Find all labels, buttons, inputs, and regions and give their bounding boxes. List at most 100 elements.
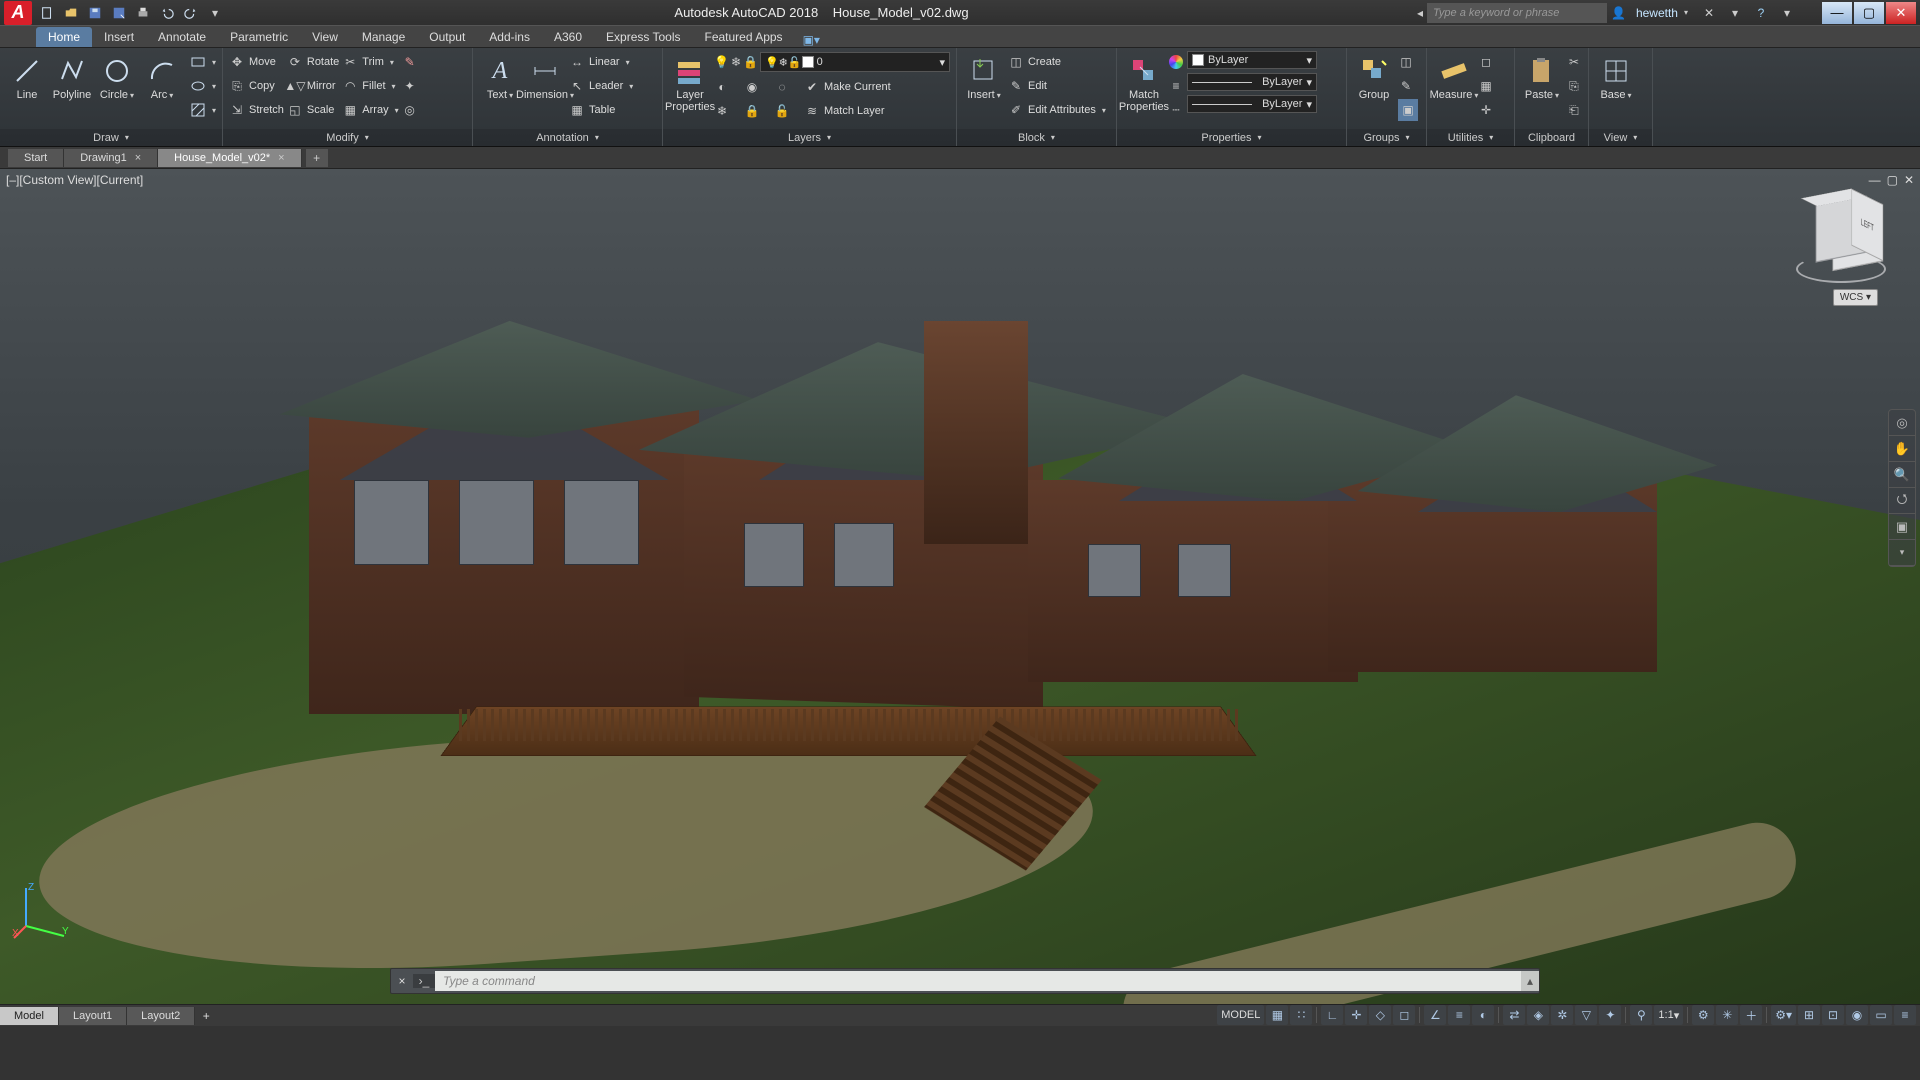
tab-express[interactable]: Express Tools <box>594 27 692 47</box>
tab-addins[interactable]: Add-ins <box>477 27 542 47</box>
qat-dropdown-icon[interactable]: ▾ <box>204 2 226 24</box>
layfrz-button[interactable]: ❄ <box>714 100 730 122</box>
otrack-icon[interactable]: ∠ <box>1424 1005 1446 1025</box>
layer-freeze-icon[interactable]: ❄ <box>731 51 741 73</box>
wcs-badge[interactable]: WCS ▾ <box>1833 289 1878 306</box>
create-button[interactable]: ◫Create <box>1008 51 1106 73</box>
polyline-button[interactable]: Polyline <box>51 51 93 101</box>
select-all-button[interactable]: ◻ <box>1478 51 1494 73</box>
pan-icon[interactable]: ✋ <box>1889 436 1915 462</box>
tab-start[interactable]: Start <box>8 149 64 167</box>
layer-combo[interactable]: 💡❄🔓 0▾ <box>760 52 950 72</box>
new-icon[interactable] <box>36 2 58 24</box>
edit-attributes-button[interactable]: ✐Edit Attributes▾ <box>1008 99 1106 121</box>
app-logo[interactable]: A <box>4 1 32 25</box>
3dosnap-icon[interactable]: ◈ <box>1527 1005 1549 1025</box>
make-current-button[interactable]: ✔Make Current <box>804 76 891 98</box>
circle-button[interactable]: Circle▾ <box>96 51 138 101</box>
layer-properties-button[interactable]: Layer Properties <box>669 51 711 113</box>
paste-button[interactable]: Paste▾ <box>1521 51 1563 101</box>
print-icon[interactable] <box>132 2 154 24</box>
erase-button[interactable]: ✎ <box>402 51 418 73</box>
osnap-icon[interactable]: ◻ <box>1393 1005 1415 1025</box>
mirror-button[interactable]: ▲▽Mirror <box>287 75 339 97</box>
cycling-icon[interactable]: ⇄ <box>1503 1005 1525 1025</box>
clean-screen-icon[interactable]: ▭ <box>1870 1005 1892 1025</box>
filter-icon[interactable]: ▽ <box>1575 1005 1597 1025</box>
lineweight-combo[interactable]: ByLayer▾ <box>1187 73 1317 91</box>
cmdline-history-icon[interactable]: ▴ <box>1521 971 1539 991</box>
signin-icon[interactable]: 👤 <box>1611 6 1626 20</box>
viewport[interactable]: [–][Custom View][Current] — ▢ ✕ BACK LEF… <box>0 169 1920 1026</box>
tab-focus-icon[interactable]: ▣▾ <box>803 33 820 47</box>
tab-a360[interactable]: A360 <box>542 27 594 47</box>
fillet-button[interactable]: ◠Fillet▾ <box>342 75 398 97</box>
cmdline-close-icon[interactable]: × <box>391 974 413 988</box>
nav-expand-icon[interactable]: ▾ <box>1889 540 1915 566</box>
tab-annotate[interactable]: Annotate <box>146 27 218 47</box>
color-combo[interactable]: ByLayer▾ <box>1187 51 1317 69</box>
trim-button[interactable]: ✂Trim▾ <box>342 51 398 73</box>
base-button[interactable]: Base▾ <box>1595 51 1637 101</box>
new-tab-button[interactable]: + <box>306 149 328 167</box>
zoom-icon[interactable]: 🔍 <box>1889 462 1915 488</box>
rectangle-button[interactable]: ▾ <box>190 51 216 73</box>
undo-icon[interactable] <box>156 2 178 24</box>
cmdline-toggle-icon[interactable]: ›_ <box>413 974 435 988</box>
linear-button[interactable]: ↔Linear▾ <box>569 51 633 73</box>
tab-layout1[interactable]: Layout1 <box>59 1007 127 1025</box>
tab-featured[interactable]: Featured Apps <box>693 27 795 47</box>
tab-house-model[interactable]: House_Model_v02*× <box>158 149 301 167</box>
layer-lock-icon[interactable]: 🔒 <box>743 51 758 73</box>
group-button[interactable]: Group <box>1353 51 1395 101</box>
redo-icon[interactable] <box>180 2 202 24</box>
copy-button[interactable]: ⎘Copy <box>229 75 284 97</box>
command-line[interactable]: × ›_ Type a command ▴ <box>390 968 1540 994</box>
tab-output[interactable]: Output <box>417 27 477 47</box>
polar-icon[interactable]: ✛ <box>1345 1005 1367 1025</box>
ellipse-button[interactable]: ▾ <box>190 75 216 97</box>
ortho-icon[interactable]: ∟ <box>1321 1005 1343 1025</box>
offset-button[interactable]: ◎ <box>402 99 418 121</box>
snap-icon[interactable]: ∷ <box>1290 1005 1312 1025</box>
close-icon[interactable]: × <box>278 152 284 164</box>
tab-layout2[interactable]: Layout2 <box>127 1007 195 1025</box>
workspace-icon[interactable]: ⚙▾ <box>1771 1005 1796 1025</box>
explode-button[interactable]: ✦ <box>402 75 418 97</box>
laylck-button[interactable]: 🔒 <box>744 100 760 122</box>
group-edit-button[interactable]: ✎ <box>1398 75 1418 97</box>
maximize-button[interactable]: ▢ <box>1854 2 1884 24</box>
tab-manage[interactable]: Manage <box>350 27 417 47</box>
orbit-icon[interactable]: ⭯ <box>1889 488 1915 514</box>
stretch-button[interactable]: ⇲Stretch <box>229 99 284 121</box>
close-button[interactable]: ✕ <box>1886 2 1916 24</box>
add-scale-icon[interactable]: ＋ <box>1740 1005 1762 1025</box>
copy-base-button[interactable]: ⎗ <box>1566 99 1582 121</box>
table-button[interactable]: ▦Table <box>569 99 633 121</box>
isodraft-icon[interactable]: ◇ <box>1369 1005 1391 1025</box>
match-layer-button[interactable]: ≋Match Layer <box>804 100 891 122</box>
close-icon[interactable]: × <box>135 152 141 164</box>
command-input[interactable]: Type a command <box>435 971 1521 991</box>
copy-clip-button[interactable]: ⎘ <box>1566 75 1582 97</box>
tab-home[interactable]: Home <box>36 27 92 47</box>
hardware-accel-icon[interactable]: ⊡ <box>1822 1005 1844 1025</box>
dimension-button[interactable]: Dimension▾ <box>524 51 566 101</box>
rotate-button[interactable]: ⟳Rotate <box>287 51 339 73</box>
help-icon[interactable]: ? <box>1750 2 1772 24</box>
infocenter-arrow-icon[interactable]: ◂ <box>1417 6 1423 20</box>
layiso-button[interactable]: ◐ <box>714 76 730 98</box>
linetype-button[interactable]: ┄ <box>1168 99 1184 121</box>
group-select-button[interactable]: ▣ <box>1398 99 1418 121</box>
annoscale-icon[interactable]: ⚲ <box>1630 1005 1652 1025</box>
measure-button[interactable]: Measure▾ <box>1433 51 1475 101</box>
tab-view[interactable]: View <box>300 27 350 47</box>
minimize-button[interactable]: — <box>1822 2 1852 24</box>
transparency-icon[interactable]: ◐ <box>1472 1005 1494 1025</box>
ungroup-button[interactable]: ◫ <box>1398 51 1418 73</box>
save-icon[interactable] <box>84 2 106 24</box>
color-button[interactable] <box>1168 51 1184 73</box>
anno-scale-value[interactable]: 1:1 ▾ <box>1654 1005 1683 1025</box>
annotation-monitor-icon[interactable]: ⊞ <box>1798 1005 1820 1025</box>
showmotion-icon[interactable]: ▣ <box>1889 514 1915 540</box>
